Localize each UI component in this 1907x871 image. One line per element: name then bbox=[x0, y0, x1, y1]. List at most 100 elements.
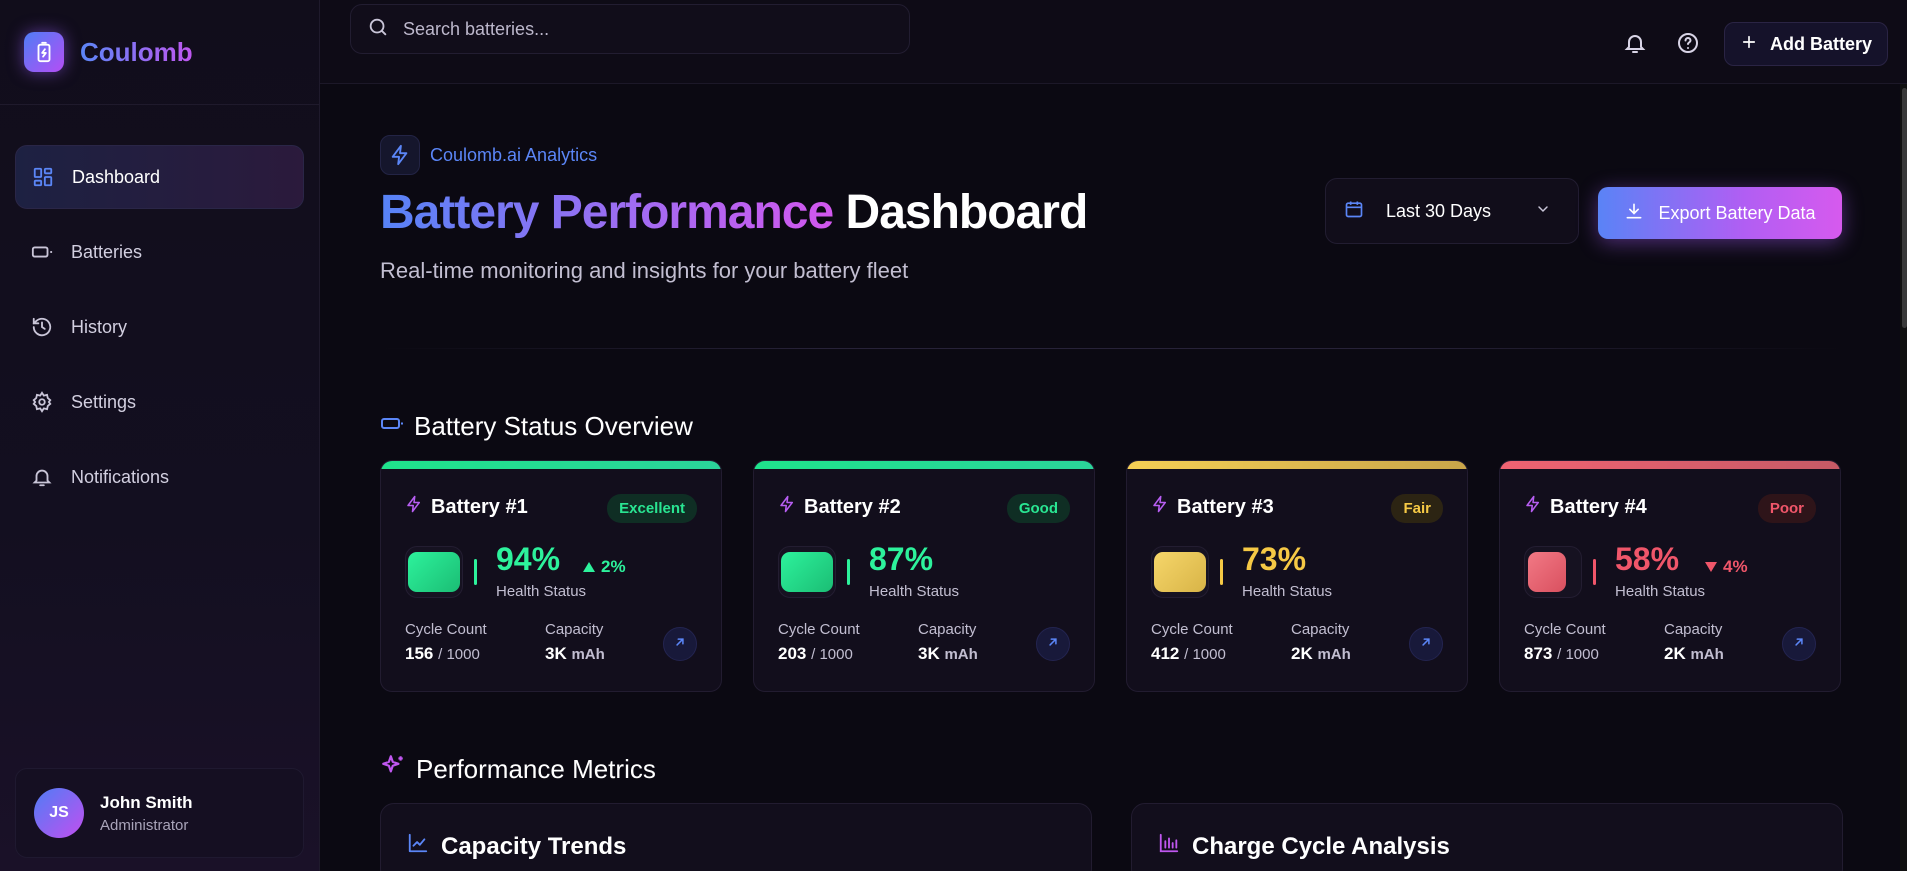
open-details-button[interactable] bbox=[663, 627, 697, 661]
capacity-label: Capacity bbox=[918, 621, 977, 638]
analytics-pill: Coulomb.ai Analytics bbox=[380, 135, 597, 175]
status-badge: Good bbox=[1006, 494, 1070, 523]
user-role: Administrator bbox=[100, 816, 189, 834]
cycle-count-value: 412 / 1000 bbox=[1151, 644, 1226, 664]
capacity-label: Capacity bbox=[545, 621, 604, 638]
open-details-button[interactable] bbox=[1782, 627, 1816, 661]
bar-chart-icon bbox=[1158, 832, 1180, 861]
battery-visual bbox=[1524, 546, 1582, 598]
cycle-count-value: 873 / 1000 bbox=[1524, 644, 1599, 664]
battery-card-1[interactable]: Battery #1 Excellent 94% 2% Health Statu… bbox=[380, 460, 722, 692]
help-icon[interactable] bbox=[1675, 30, 1701, 56]
sidebar-item-history[interactable]: History bbox=[15, 295, 304, 359]
card-accent-bar bbox=[1500, 461, 1840, 469]
lightning-icon bbox=[405, 495, 423, 519]
battery-logo-icon bbox=[24, 32, 64, 72]
sidebar-item-label: Dashboard bbox=[72, 166, 161, 187]
lightning-icon bbox=[380, 135, 420, 175]
battery-terminal bbox=[1220, 559, 1223, 585]
battery-card-3[interactable]: Battery #3 Fair 73% Health Status Cycle … bbox=[1126, 460, 1468, 692]
cycle-count: 873 bbox=[1524, 644, 1553, 663]
health-label: Health Status bbox=[1615, 583, 1706, 600]
health-delta: 2% bbox=[583, 557, 626, 577]
scrollbar-thumb[interactable] bbox=[1902, 88, 1907, 328]
triangle-down-icon bbox=[1705, 557, 1717, 577]
export-battery-data-button[interactable]: Export Battery Data bbox=[1598, 187, 1842, 239]
arrow-up-right-icon bbox=[1046, 635, 1060, 654]
page-title-plain: Dashboard bbox=[845, 186, 1089, 239]
capacity-unit: mAh bbox=[1690, 646, 1724, 663]
sidebar-item-dashboard[interactable]: Dashboard bbox=[15, 145, 304, 209]
card-header: Battery #1 bbox=[405, 495, 528, 519]
sidebar-nav: Dashboard Batteries History Settings Not… bbox=[15, 145, 304, 520]
open-details-button[interactable] bbox=[1409, 627, 1443, 661]
user-card[interactable]: JS John Smith Administrator bbox=[15, 768, 304, 858]
date-range-select[interactable]: Last 30 Days bbox=[1325, 178, 1579, 244]
capacity-label: Capacity bbox=[1664, 621, 1723, 638]
page-subtitle: Real-time monitoring and insights for yo… bbox=[380, 258, 909, 283]
date-range-value: Last 30 Days bbox=[1386, 200, 1492, 221]
card-header: Battery #3 bbox=[1151, 495, 1274, 519]
search-icon bbox=[367, 16, 389, 43]
add-battery-button[interactable]: Add Battery bbox=[1724, 22, 1888, 66]
brand[interactable]: Coulomb bbox=[24, 32, 193, 72]
battery-icon bbox=[380, 411, 404, 442]
capacity-unit: mAh bbox=[1317, 646, 1351, 663]
sidebar-item-label: Settings bbox=[71, 391, 137, 412]
capacity-trends-panel: Capacity Trends bbox=[380, 803, 1092, 871]
health-delta: 4% bbox=[1705, 557, 1748, 577]
panel-title: Capacity Trends bbox=[407, 832, 626, 861]
section-title: Performance Metrics bbox=[416, 754, 656, 784]
page-title-gradient: Battery Performance bbox=[380, 186, 834, 239]
health-label: Health Status bbox=[496, 583, 587, 600]
battery-icon bbox=[31, 241, 53, 263]
cycle-count: 156 bbox=[405, 644, 434, 663]
card-header: Battery #4 bbox=[1524, 495, 1647, 519]
cycle-max: / 1000 bbox=[1557, 646, 1599, 663]
arrow-up-right-icon bbox=[1792, 635, 1806, 654]
arrow-up-right-icon bbox=[1419, 635, 1433, 654]
sidebar-item-settings[interactable]: Settings bbox=[15, 370, 304, 434]
health-percent: 94% bbox=[496, 541, 561, 577]
battery-name: Battery #3 bbox=[1177, 495, 1274, 518]
arrow-up-right-icon bbox=[673, 635, 687, 654]
sidebar-item-notifications[interactable]: Notifications bbox=[15, 445, 304, 509]
health-percent: 58% bbox=[1615, 541, 1680, 577]
cycle-count-label: Cycle Count bbox=[1151, 621, 1233, 638]
user-name: John Smith bbox=[100, 792, 193, 812]
cycle-max: / 1000 bbox=[1184, 646, 1226, 663]
section-title: Battery Status Overview bbox=[414, 411, 693, 441]
capacity-value: 2K mAh bbox=[1291, 644, 1351, 664]
open-details-button[interactable] bbox=[1036, 627, 1070, 661]
battery-fill bbox=[1154, 552, 1206, 592]
search-input[interactable] bbox=[403, 18, 883, 40]
status-badge: Poor bbox=[1757, 494, 1816, 523]
health-delta-value: 2% bbox=[601, 557, 626, 576]
user-info: John Smith Administrator bbox=[100, 793, 193, 834]
panel-title-text: Capacity Trends bbox=[441, 832, 627, 860]
battery-card-2[interactable]: Battery #2 Good 87% Health Status Cycle … bbox=[753, 460, 1095, 692]
capacity-label: Capacity bbox=[1291, 621, 1350, 638]
notifications-bell-icon[interactable] bbox=[1622, 30, 1648, 56]
health-percent: 73% bbox=[1242, 541, 1307, 577]
capacity: 2K bbox=[1664, 644, 1686, 663]
sparkles-icon bbox=[380, 753, 406, 786]
battery-visual bbox=[778, 546, 836, 598]
sidebar-divider bbox=[0, 104, 320, 105]
cycle-count: 412 bbox=[1151, 644, 1180, 663]
page-title: Battery Performance Dashboard bbox=[380, 185, 1089, 240]
cycle-max: / 1000 bbox=[438, 646, 480, 663]
performance-metrics-heading: Performance Metrics bbox=[380, 753, 656, 786]
line-chart-icon bbox=[407, 832, 429, 861]
cycle-count-value: 156 / 1000 bbox=[405, 644, 480, 664]
lightning-icon bbox=[1524, 495, 1542, 519]
cycle-count-value: 203 / 1000 bbox=[778, 644, 853, 664]
health-percent: 87% bbox=[869, 541, 934, 577]
sidebar-item-batteries[interactable]: Batteries bbox=[15, 220, 304, 284]
sidebar-item-label: History bbox=[71, 316, 128, 337]
status-badge: Fair bbox=[1391, 494, 1443, 523]
cycle-count-label: Cycle Count bbox=[778, 621, 860, 638]
battery-card-4[interactable]: Battery #4 Poor 58% 4% Health Status Cyc… bbox=[1499, 460, 1841, 692]
battery-terminal bbox=[1593, 559, 1596, 585]
calendar-icon bbox=[1344, 199, 1364, 224]
